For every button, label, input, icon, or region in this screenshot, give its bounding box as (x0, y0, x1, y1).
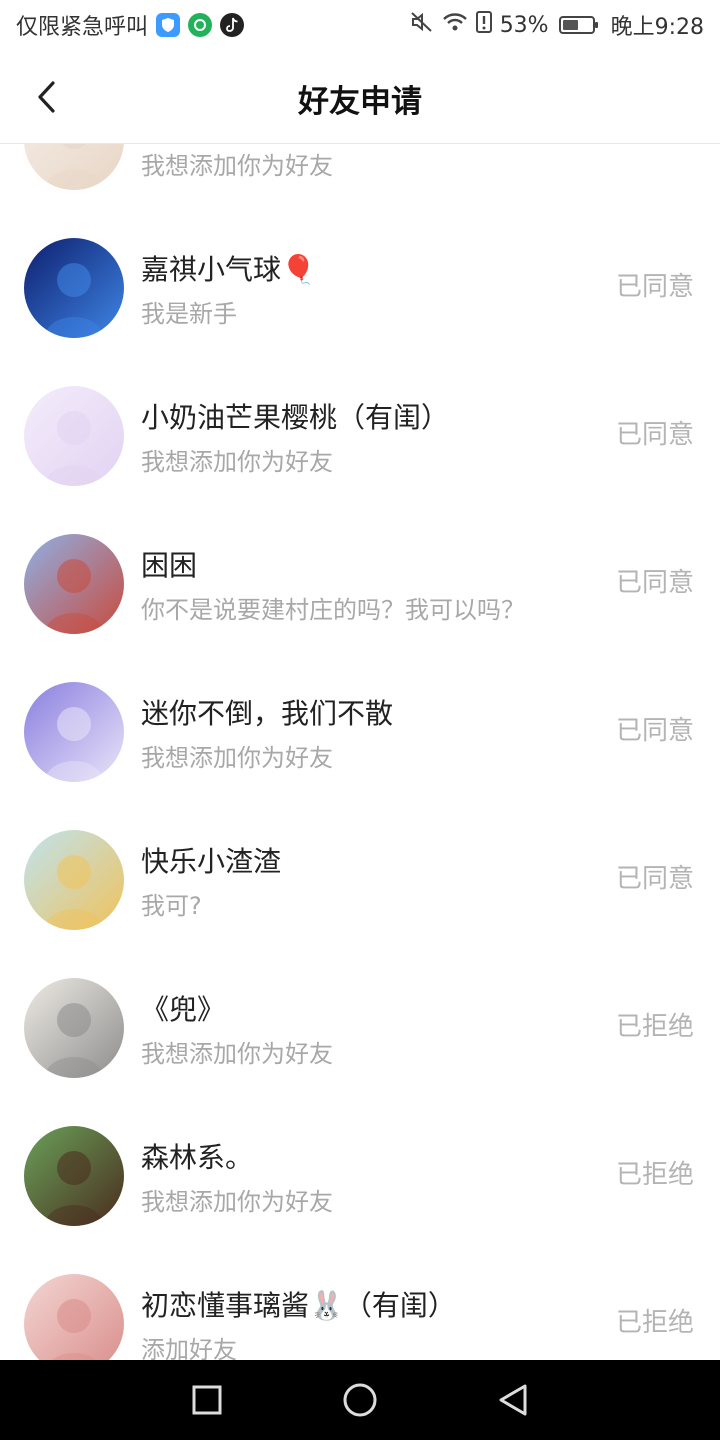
battery-percent: 53% (499, 12, 549, 38)
avatar[interactable] (24, 830, 124, 930)
avatar[interactable] (24, 144, 124, 190)
requester-name: 快乐小渣渣 (141, 845, 282, 878)
system-nav-bar (0, 1360, 720, 1440)
friend-request-row[interactable]: 快乐小渣渣我可? 已同意 (0, 806, 720, 954)
request-message: 我想添加你为好友 (141, 448, 333, 476)
request-message: 我想添加你为好友 (141, 1188, 333, 1216)
avatar[interactable] (24, 1274, 124, 1360)
home-circle-icon (343, 1383, 377, 1417)
avatar[interactable] (24, 386, 124, 486)
header: 好友申请 (0, 50, 720, 144)
avatar[interactable] (24, 978, 124, 1078)
request-status-label: 已同意 (615, 568, 694, 598)
home-button[interactable] (330, 1370, 390, 1430)
request-status-label: 已拒绝 (615, 1308, 694, 1338)
requester-name: 初恋懂事璃酱🐰（有闺） (141, 1289, 456, 1322)
friend-request-row[interactable]: 迷你不倒，我们不散我想添加你为好友 已同意 (0, 658, 720, 806)
request-message: 我想添加你为好友 (141, 1040, 333, 1068)
battery-fill (562, 20, 578, 30)
request-status-label: 已拒绝 (615, 1012, 694, 1042)
back-nav-button[interactable] (483, 1370, 543, 1430)
requester-name: 小奶油芒果樱桃（有闺） (141, 401, 450, 434)
wifi-icon (442, 11, 468, 39)
friend-request-row[interactable]: 小奶油芒果樱桃（有闺） 我想添加你为好友 已同意 (0, 362, 720, 510)
requester-name: 迷你不倒，我们不散 (141, 697, 394, 730)
green-app-icon (188, 13, 213, 37)
carrier-text: 仅限紧急呼叫 (16, 15, 149, 40)
request-message: 我可? (141, 892, 202, 920)
page-title: 好友申请 (298, 84, 422, 120)
tiktok-icon (220, 13, 245, 37)
request-status-label: 已同意 (615, 716, 694, 746)
status-bar: 仅限紧急呼叫 53% 晚上9:28 (0, 0, 720, 50)
requester-name: 《兜》 (141, 993, 226, 1026)
status-left: 仅限紧急呼叫 (16, 9, 245, 41)
battery-icon (558, 16, 598, 34)
friend-request-row[interactable]: 我想添加你为好友 (0, 144, 720, 214)
recents-button[interactable] (177, 1370, 237, 1430)
avatar[interactable] (24, 682, 124, 782)
requester-name: 森林系。 (141, 1141, 254, 1174)
requester-name: 困困 (141, 549, 198, 582)
recents-square-icon (192, 1385, 222, 1415)
alert-icon (475, 11, 492, 39)
clock: 晚上9:28 (610, 15, 704, 40)
mute-icon (410, 11, 434, 39)
friend-request-list[interactable]: 我想添加你为好友 嘉祺小气球🎈 我是新手 已同意 小奶油芒果樱桃（有闺） 我想添加你为好友… (0, 144, 720, 1360)
request-message: 我是新手 (141, 300, 237, 328)
request-status-label: 已同意 (615, 864, 694, 894)
friend-request-row[interactable]: 森林系。我想添加你为好友 已拒绝 (0, 1102, 720, 1250)
request-message: 你不是说要建村庄的吗？我可以吗？ (141, 596, 525, 624)
request-message: 我想添加你为好友 (141, 152, 333, 180)
avatar[interactable] (24, 238, 124, 338)
friend-request-row[interactable]: 困困你不是说要建村庄的吗？我可以吗？ 已同意 (0, 510, 720, 658)
request-message: 我想添加你为好友 (141, 744, 333, 772)
back-triangle-icon (499, 1384, 527, 1416)
requester-name: 嘉祺小气球🎈 (141, 253, 316, 286)
friend-request-row[interactable]: 初恋懂事璃酱🐰（有闺） 添加好友 已拒绝 (0, 1250, 720, 1360)
avatar[interactable] (24, 534, 124, 634)
friend-request-row[interactable]: 《兜》我想添加你为好友 已拒绝 (0, 954, 720, 1102)
request-message: 添加好友 (141, 1336, 237, 1360)
shield-icon (156, 13, 181, 37)
avatar[interactable] (24, 1126, 124, 1226)
request-status-label: 已同意 (615, 420, 694, 450)
friend-request-list-inner: 我想添加你为好友 嘉祺小气球🎈 我是新手 已同意 小奶油芒果樱桃（有闺） 我想添加你为好友… (0, 144, 720, 1360)
status-right: 53% 晚上9:28 (410, 9, 704, 41)
request-status-label: 已拒绝 (615, 1160, 694, 1190)
request-status-label: 已同意 (615, 272, 694, 302)
friend-request-row[interactable]: 嘉祺小气球🎈 我是新手 已同意 (0, 214, 720, 362)
